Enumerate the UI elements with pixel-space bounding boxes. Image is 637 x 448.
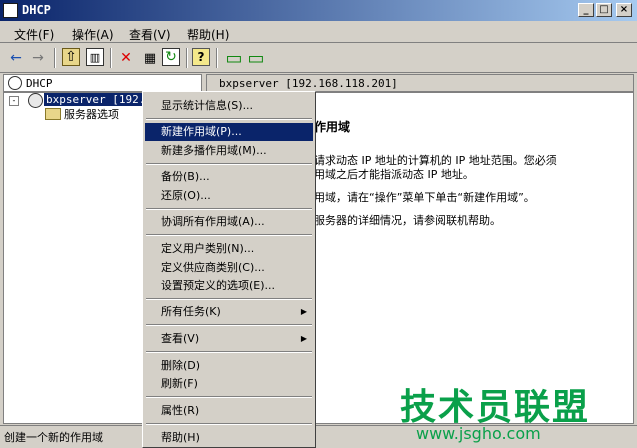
menu-item-view[interactable]: 查看(V) ▶: [145, 330, 313, 348]
watermark-logo: 技术员联盟: [400, 387, 591, 428]
menu-separator: [146, 298, 312, 300]
delete-icon[interactable]: ✕: [116, 48, 136, 68]
show-tree-icon[interactable]: ▥: [86, 48, 104, 66]
details-text-line: 用域，请在“操作”菜单下单击“新建作用域”。: [314, 191, 535, 204]
menu-separator: [146, 423, 312, 425]
title-bar: [0, 0, 637, 21]
details-heading: 作用域: [314, 120, 351, 134]
refresh-icon[interactable]: ↻: [162, 48, 180, 66]
menu-item-properties[interactable]: 属性(R): [145, 402, 313, 420]
status-text: 创建一个新的作用域: [4, 431, 103, 444]
menu-item-show-statistics[interactable]: 显示统计信息(S)...: [145, 97, 313, 115]
menu-item-all-tasks[interactable]: 所有任务(K) ▶: [145, 303, 313, 321]
menu-item-new-multicast-scope[interactable]: 新建多播作用域(M)...: [145, 142, 313, 160]
menu-file[interactable]: 文件(F): [14, 26, 54, 43]
menu-item-label: 所有任务(K): [161, 305, 221, 318]
close-button[interactable]: ×: [616, 3, 632, 17]
tree-header: DHCP: [3, 74, 202, 92]
menu-separator: [146, 234, 312, 236]
toolbar-separator: [186, 48, 188, 68]
menu-item-define-vendor-classes[interactable]: 定义供应商类别(C)...: [145, 259, 313, 277]
tree-item-server[interactable]: bxpserver [192.1: [44, 93, 154, 106]
toolbar-separator: [110, 48, 112, 68]
details-text-line: 用域之后才能指派动态 IP 地址。: [314, 168, 474, 181]
back-arrow-icon[interactable]: ←: [6, 48, 26, 68]
menu-item-delete[interactable]: 删除(D): [145, 357, 313, 375]
forward-arrow-icon[interactable]: →: [28, 48, 48, 68]
menu-item-refresh[interactable]: 刷新(F): [145, 375, 313, 393]
dhcp-icon: [8, 76, 22, 90]
menu-separator: [146, 351, 312, 353]
menu-separator: [146, 118, 312, 120]
toolbar-separator: [216, 48, 218, 68]
details-title: bxpserver [192.168.118.201]: [219, 77, 398, 90]
context-menu: 显示统计信息(S)... 新建作用域(P)... 新建多播作用域(M)... 备…: [142, 91, 316, 448]
menu-separator: [146, 208, 312, 210]
menu-item-restore[interactable]: 还原(O)...: [145, 187, 313, 205]
menu-item-help[interactable]: 帮助(H): [145, 429, 313, 447]
monitor-icon[interactable]: ▭: [224, 48, 244, 69]
menu-separator: [146, 163, 312, 165]
folder-icon: [45, 108, 61, 120]
menu-item-backup[interactable]: 备份(B)...: [145, 168, 313, 186]
details-text-line: 服务器的详细情况，请参阅联机帮助。: [314, 214, 501, 227]
menu-view[interactable]: 查看(V): [129, 26, 171, 43]
submenu-arrow-icon: ▶: [300, 307, 307, 316]
menu-separator: [146, 324, 312, 326]
menu-item-set-predefined-options[interactable]: 设置预定义的选项(E)...: [145, 277, 313, 295]
dhcp-app-icon: [3, 3, 18, 18]
menu-separator: [146, 396, 312, 398]
toolbar-separator: [54, 48, 56, 68]
collapse-toggle[interactable]: -: [9, 96, 19, 106]
up-folder-icon[interactable]: ⇧: [62, 48, 80, 66]
watermark-url: www.jsgho.com: [416, 424, 541, 443]
menu-action[interactable]: 操作(A): [72, 26, 114, 43]
monitor-network-icon[interactable]: ▭: [246, 48, 266, 69]
server-icon: [28, 93, 43, 108]
help-icon[interactable]: ?: [192, 48, 210, 66]
menu-item-define-user-classes[interactable]: 定义用户类别(N)...: [145, 240, 313, 258]
menu-item-label: 查看(V): [161, 332, 200, 345]
minimize-button[interactable]: _: [578, 3, 594, 17]
details-header: bxpserver [192.168.118.201]: [206, 74, 634, 92]
menu-item-new-scope[interactable]: 新建作用域(P)...: [145, 123, 313, 141]
submenu-arrow-icon: ▶: [300, 334, 307, 343]
properties-icon[interactable]: ▦: [140, 48, 160, 68]
tree-item-server-options[interactable]: 服务器选项: [64, 106, 119, 122]
maximize-button[interactable]: □: [596, 3, 612, 17]
tree-root-label[interactable]: DHCP: [26, 77, 53, 90]
menu-help[interactable]: 帮助(H): [187, 26, 229, 43]
menu-item-reconcile-all-scopes[interactable]: 协调所有作用域(A)...: [145, 213, 313, 231]
window-title: DHCP: [22, 3, 51, 17]
